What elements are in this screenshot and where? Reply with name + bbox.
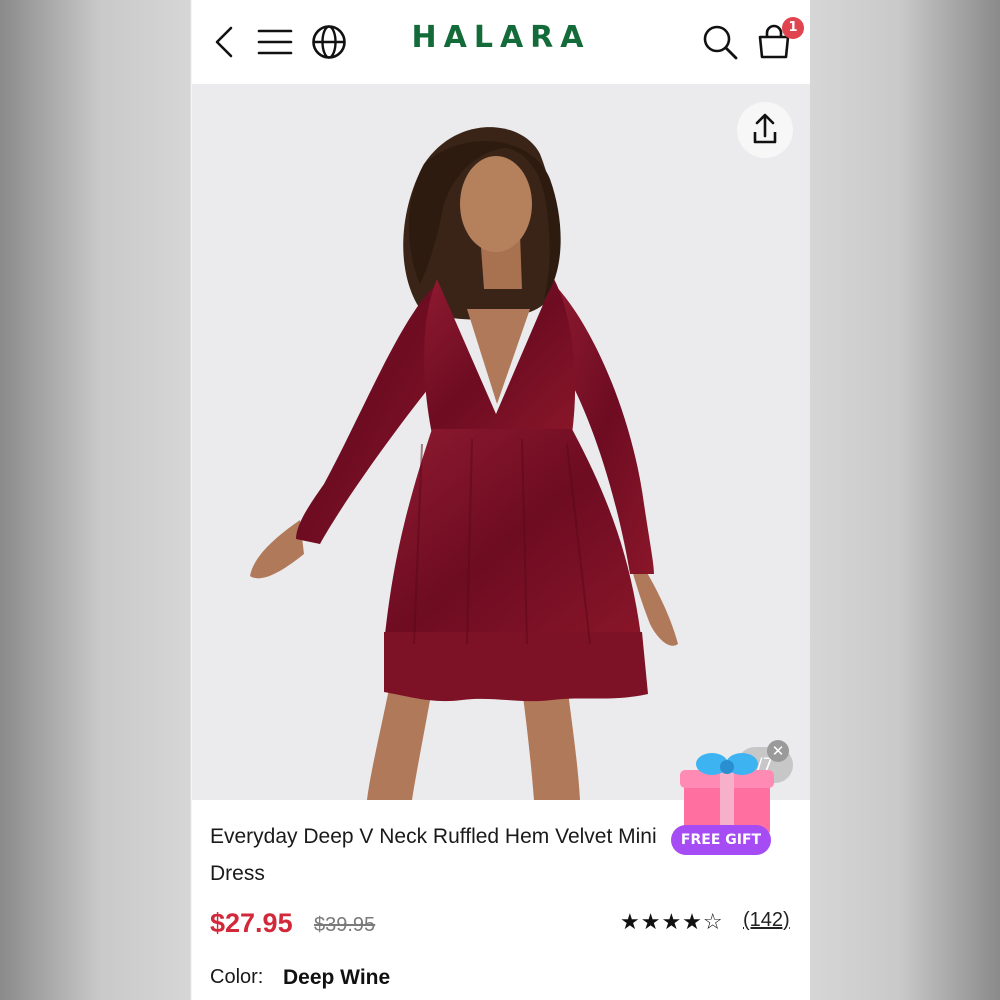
- product-image[interactable]: /7: [192, 84, 810, 800]
- cart-count-badge: 1: [782, 17, 804, 39]
- model-photo: [250, 127, 678, 800]
- product-title: Everyday Deep V Neck Ruffled Hem Velvet …: [210, 825, 657, 885]
- review-count-link[interactable]: (142): [743, 909, 790, 932]
- color-value: Deep Wine: [283, 966, 391, 989]
- share-icon: [753, 113, 777, 144]
- app-header: HALARA 1: [192, 0, 810, 84]
- brand-logo[interactable]: HALARA: [392, 20, 610, 55]
- color-label: Color:: [210, 966, 264, 988]
- globe-icon[interactable]: [309, 22, 349, 62]
- share-button[interactable]: [737, 102, 793, 158]
- free-gift-widget[interactable]: ✕ FREE GIFT: [671, 740, 789, 860]
- original-price: $39.95: [314, 914, 376, 936]
- search-icon[interactable]: [700, 22, 740, 62]
- phone-screen: HALARA 1 /7 Everyday Deep V Neck Ruffled…: [192, 0, 810, 1000]
- gift-close-button[interactable]: ✕: [767, 740, 789, 762]
- sale-price: $27.95: [210, 908, 293, 938]
- free-gift-label[interactable]: FREE GIFT: [671, 825, 771, 855]
- back-icon[interactable]: [206, 22, 246, 62]
- rating-stars[interactable]: ★★★★☆: [620, 910, 724, 935]
- menu-icon[interactable]: [255, 22, 295, 62]
